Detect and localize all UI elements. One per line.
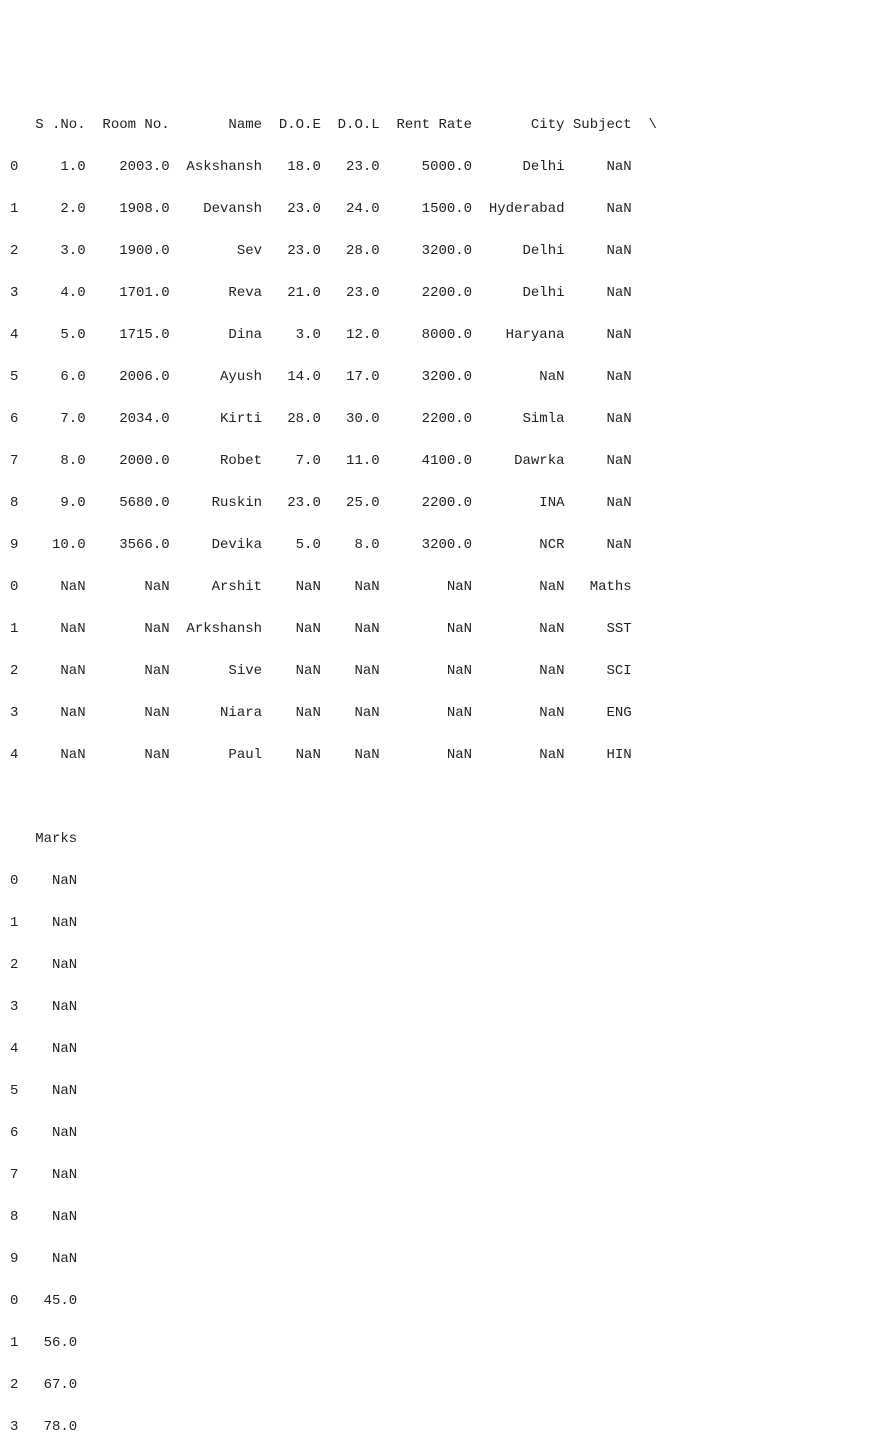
table-row: 0 45.0 bbox=[10, 1291, 867, 1312]
table-row: 2 NaN bbox=[10, 955, 867, 976]
table-row: 1 NaN bbox=[10, 913, 867, 934]
table-row: 2 3.0 1900.0 Sev 23.0 28.0 3200.0 Delhi … bbox=[10, 241, 867, 262]
dataframe-output: S .No. Room No. Name D.O.E D.O.L Rent Ra… bbox=[10, 94, 867, 1444]
table-row: 8 NaN bbox=[10, 1207, 867, 1228]
table-row: 9 NaN bbox=[10, 1249, 867, 1270]
table-row: 5 6.0 2006.0 Ayush 14.0 17.0 3200.0 NaN … bbox=[10, 367, 867, 388]
table-row: 3 78.0 bbox=[10, 1417, 867, 1438]
table-row: 3 4.0 1701.0 Reva 21.0 23.0 2200.0 Delhi… bbox=[10, 283, 867, 304]
table-row: 6 NaN bbox=[10, 1123, 867, 1144]
table-row: 8 9.0 5680.0 Ruskin 23.0 25.0 2200.0 INA… bbox=[10, 493, 867, 514]
table-row: 4 NaN bbox=[10, 1039, 867, 1060]
table-row: 9 10.0 3566.0 Devika 5.0 8.0 3200.0 NCR … bbox=[10, 535, 867, 556]
blank-line bbox=[10, 787, 867, 808]
table-row: 1 2.0 1908.0 Devansh 23.0 24.0 1500.0 Hy… bbox=[10, 199, 867, 220]
table-row: 2 NaN NaN Sive NaN NaN NaN NaN SCI bbox=[10, 661, 867, 682]
table-row: 5 NaN bbox=[10, 1081, 867, 1102]
table-row: 2 67.0 bbox=[10, 1375, 867, 1396]
table-row: 1 NaN NaN Arkshansh NaN NaN NaN NaN SST bbox=[10, 619, 867, 640]
table-row: 0 NaN bbox=[10, 871, 867, 892]
block1-header: S .No. Room No. Name D.O.E D.O.L Rent Ra… bbox=[10, 115, 867, 136]
table-row: 4 NaN NaN Paul NaN NaN NaN NaN HIN bbox=[10, 745, 867, 766]
table-row: 0 1.0 2003.0 Askshansh 18.0 23.0 5000.0 … bbox=[10, 157, 867, 178]
table-row: 1 56.0 bbox=[10, 1333, 867, 1354]
block2-header: Marks bbox=[10, 829, 867, 850]
table-row: 6 7.0 2034.0 Kirti 28.0 30.0 2200.0 Siml… bbox=[10, 409, 867, 430]
table-row: 3 NaN bbox=[10, 997, 867, 1018]
table-row: 0 NaN NaN Arshit NaN NaN NaN NaN Maths bbox=[10, 577, 867, 598]
table-row: 7 8.0 2000.0 Robet 7.0 11.0 4100.0 Dawrk… bbox=[10, 451, 867, 472]
table-row: 3 NaN NaN Niara NaN NaN NaN NaN ENG bbox=[10, 703, 867, 724]
table-row: 7 NaN bbox=[10, 1165, 867, 1186]
table-row: 4 5.0 1715.0 Dina 3.0 12.0 8000.0 Haryan… bbox=[10, 325, 867, 346]
